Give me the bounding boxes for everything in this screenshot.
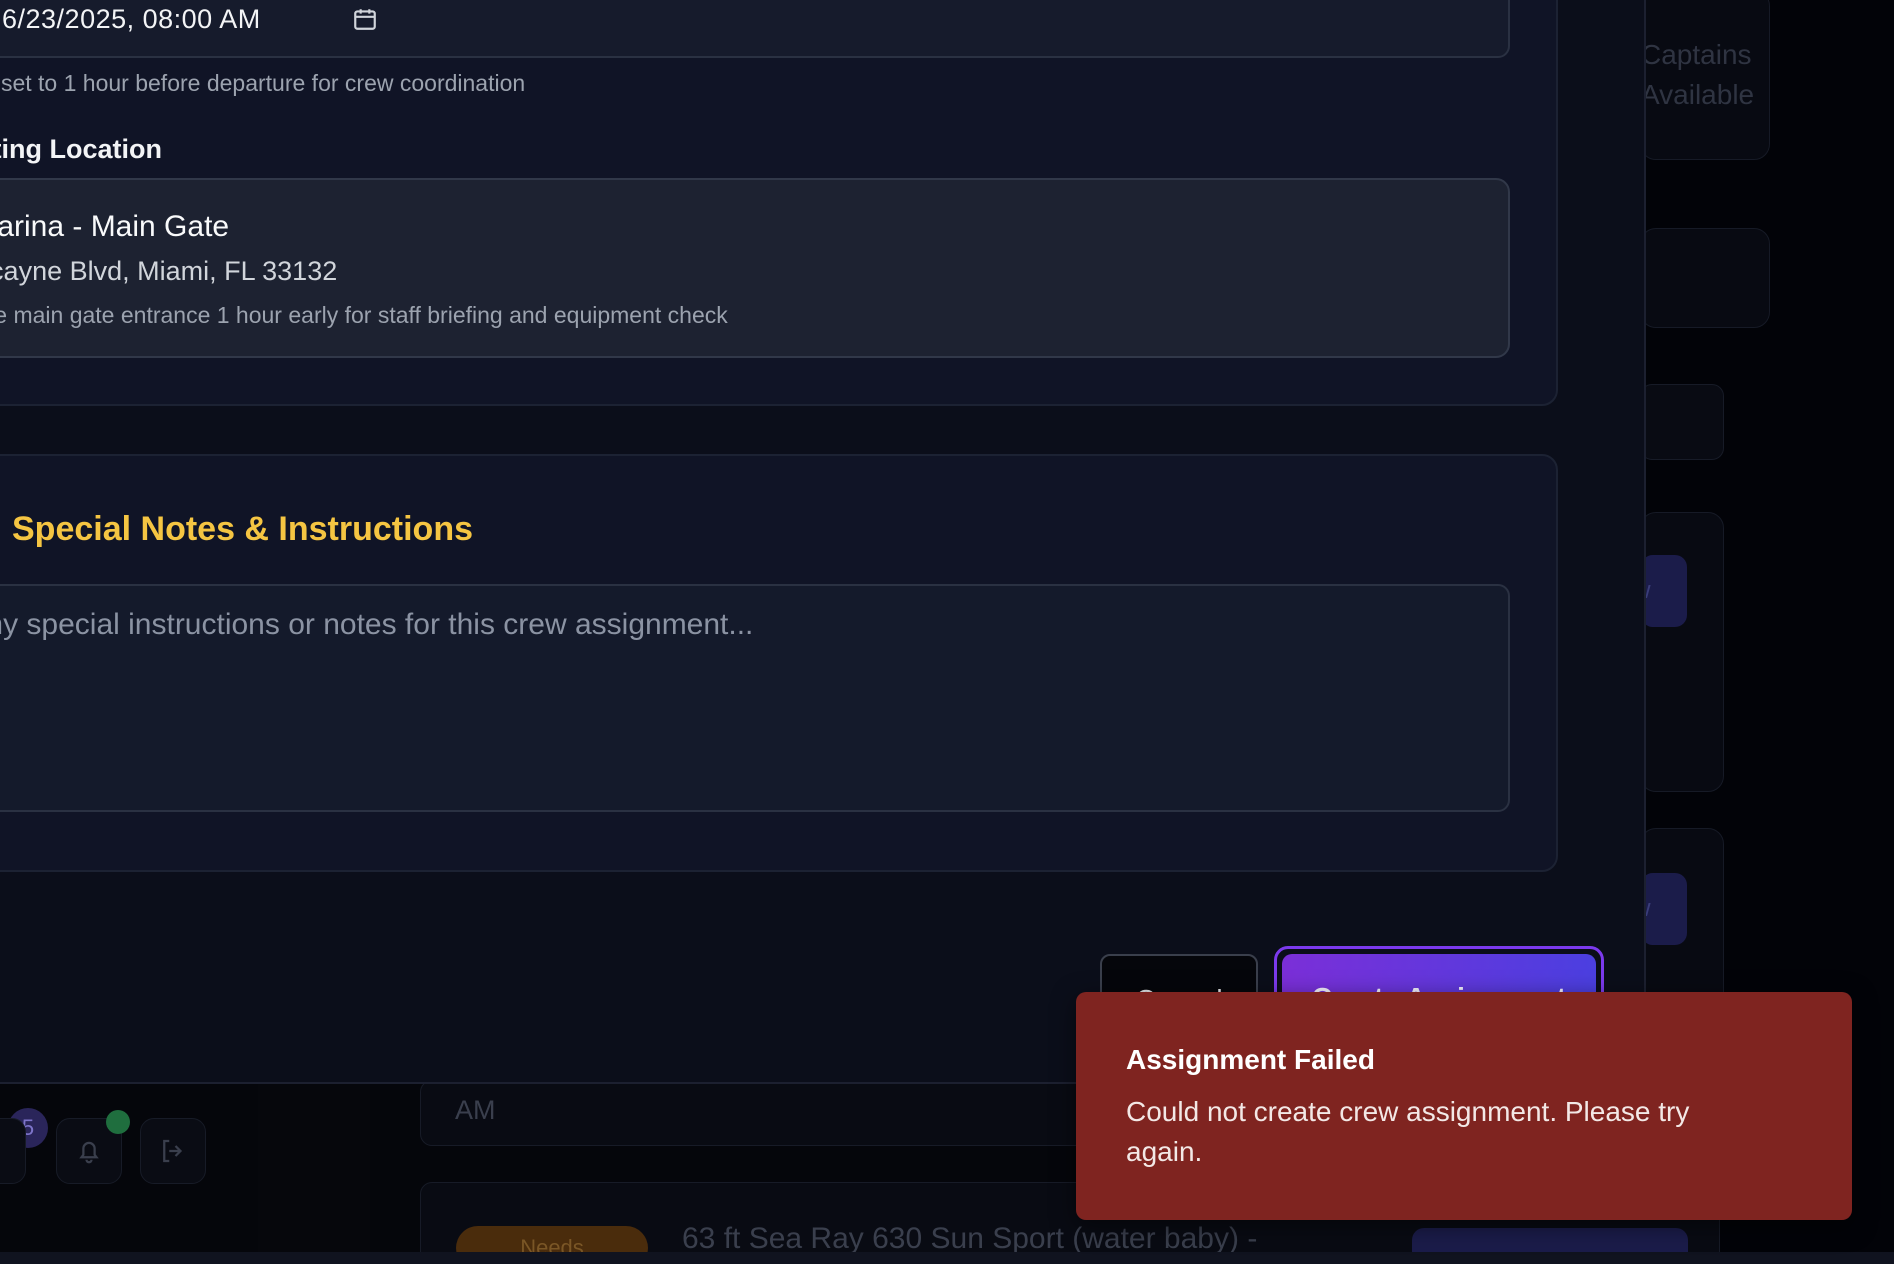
meeting-time-hint: Auto-set to 1 hour before departure for … bbox=[0, 70, 526, 96]
meeting-time-value: 6/23/2025, 08:00 AM bbox=[2, 4, 261, 34]
calendar-icon[interactable] bbox=[352, 6, 378, 32]
online-status-dot bbox=[106, 1110, 130, 1134]
background-time-field: AM bbox=[420, 1080, 1140, 1146]
meeting-location-label: Meeting Location bbox=[0, 134, 162, 164]
messages-button[interactable] bbox=[0, 1118, 26, 1184]
special-notes-card: Special Notes & Instructions Add any spe… bbox=[0, 454, 1558, 872]
special-notes-title: Special Notes & Instructions bbox=[12, 510, 473, 548]
screen: Captains Available View View 5 AM Needs … bbox=[0, 0, 1894, 1264]
meeting-time-input[interactable]: 6/23/2025, 08:00 AM bbox=[0, 0, 1510, 58]
bell-icon bbox=[79, 1141, 99, 1164]
view-button-2[interactable]: View bbox=[1641, 873, 1687, 945]
error-toast[interactable]: Assignment Failed Could not create crew … bbox=[1076, 992, 1852, 1220]
logout-button[interactable] bbox=[140, 1118, 206, 1184]
background-panel bbox=[1640, 384, 1724, 460]
meeting-location-box[interactable]: Miami Marina - Main Gate 401 Biscayne Bl… bbox=[0, 178, 1510, 358]
toast-message: Could not create crew assignment. Please… bbox=[1126, 1096, 1690, 1167]
time-fragment: AM bbox=[455, 1095, 496, 1125]
logout-icon bbox=[163, 1139, 183, 1163]
view-button[interactable]: View bbox=[1641, 555, 1687, 627]
location-note: Meet at the main gate entrance 1 hour ea… bbox=[0, 302, 728, 328]
create-crew-assignment-modal: 6/23/2025, 08:00 AM Auto-set to 1 hour b… bbox=[0, 0, 1646, 1084]
captains-available-card: Captains Available bbox=[1640, 0, 1770, 160]
location-name: Miami Marina - Main Gate bbox=[0, 210, 230, 243]
background-card bbox=[1640, 228, 1770, 328]
toast-title: Assignment Failed bbox=[1126, 1044, 1375, 1075]
location-address: 401 Biscayne Blvd, Miami, FL 33132 bbox=[0, 256, 338, 286]
special-notes-placeholder: Add any special instructions or notes fo… bbox=[0, 608, 754, 641]
bottom-bar bbox=[0, 1252, 1894, 1264]
boat-title: 63 ft Sea Ray 630 Sun Sport (water baby)… bbox=[682, 1222, 1258, 1255]
meeting-details-card: 6/23/2025, 08:00 AM Auto-set to 1 hour b… bbox=[0, 0, 1558, 406]
special-notes-textarea[interactable]: Add any special instructions or notes fo… bbox=[0, 584, 1510, 812]
captains-available-label: Captains Available bbox=[1641, 39, 1755, 110]
background-crew-card-2: View bbox=[1640, 828, 1724, 1008]
background-crew-card: View bbox=[1640, 512, 1724, 792]
background-sidebar bbox=[258, 1080, 370, 1264]
